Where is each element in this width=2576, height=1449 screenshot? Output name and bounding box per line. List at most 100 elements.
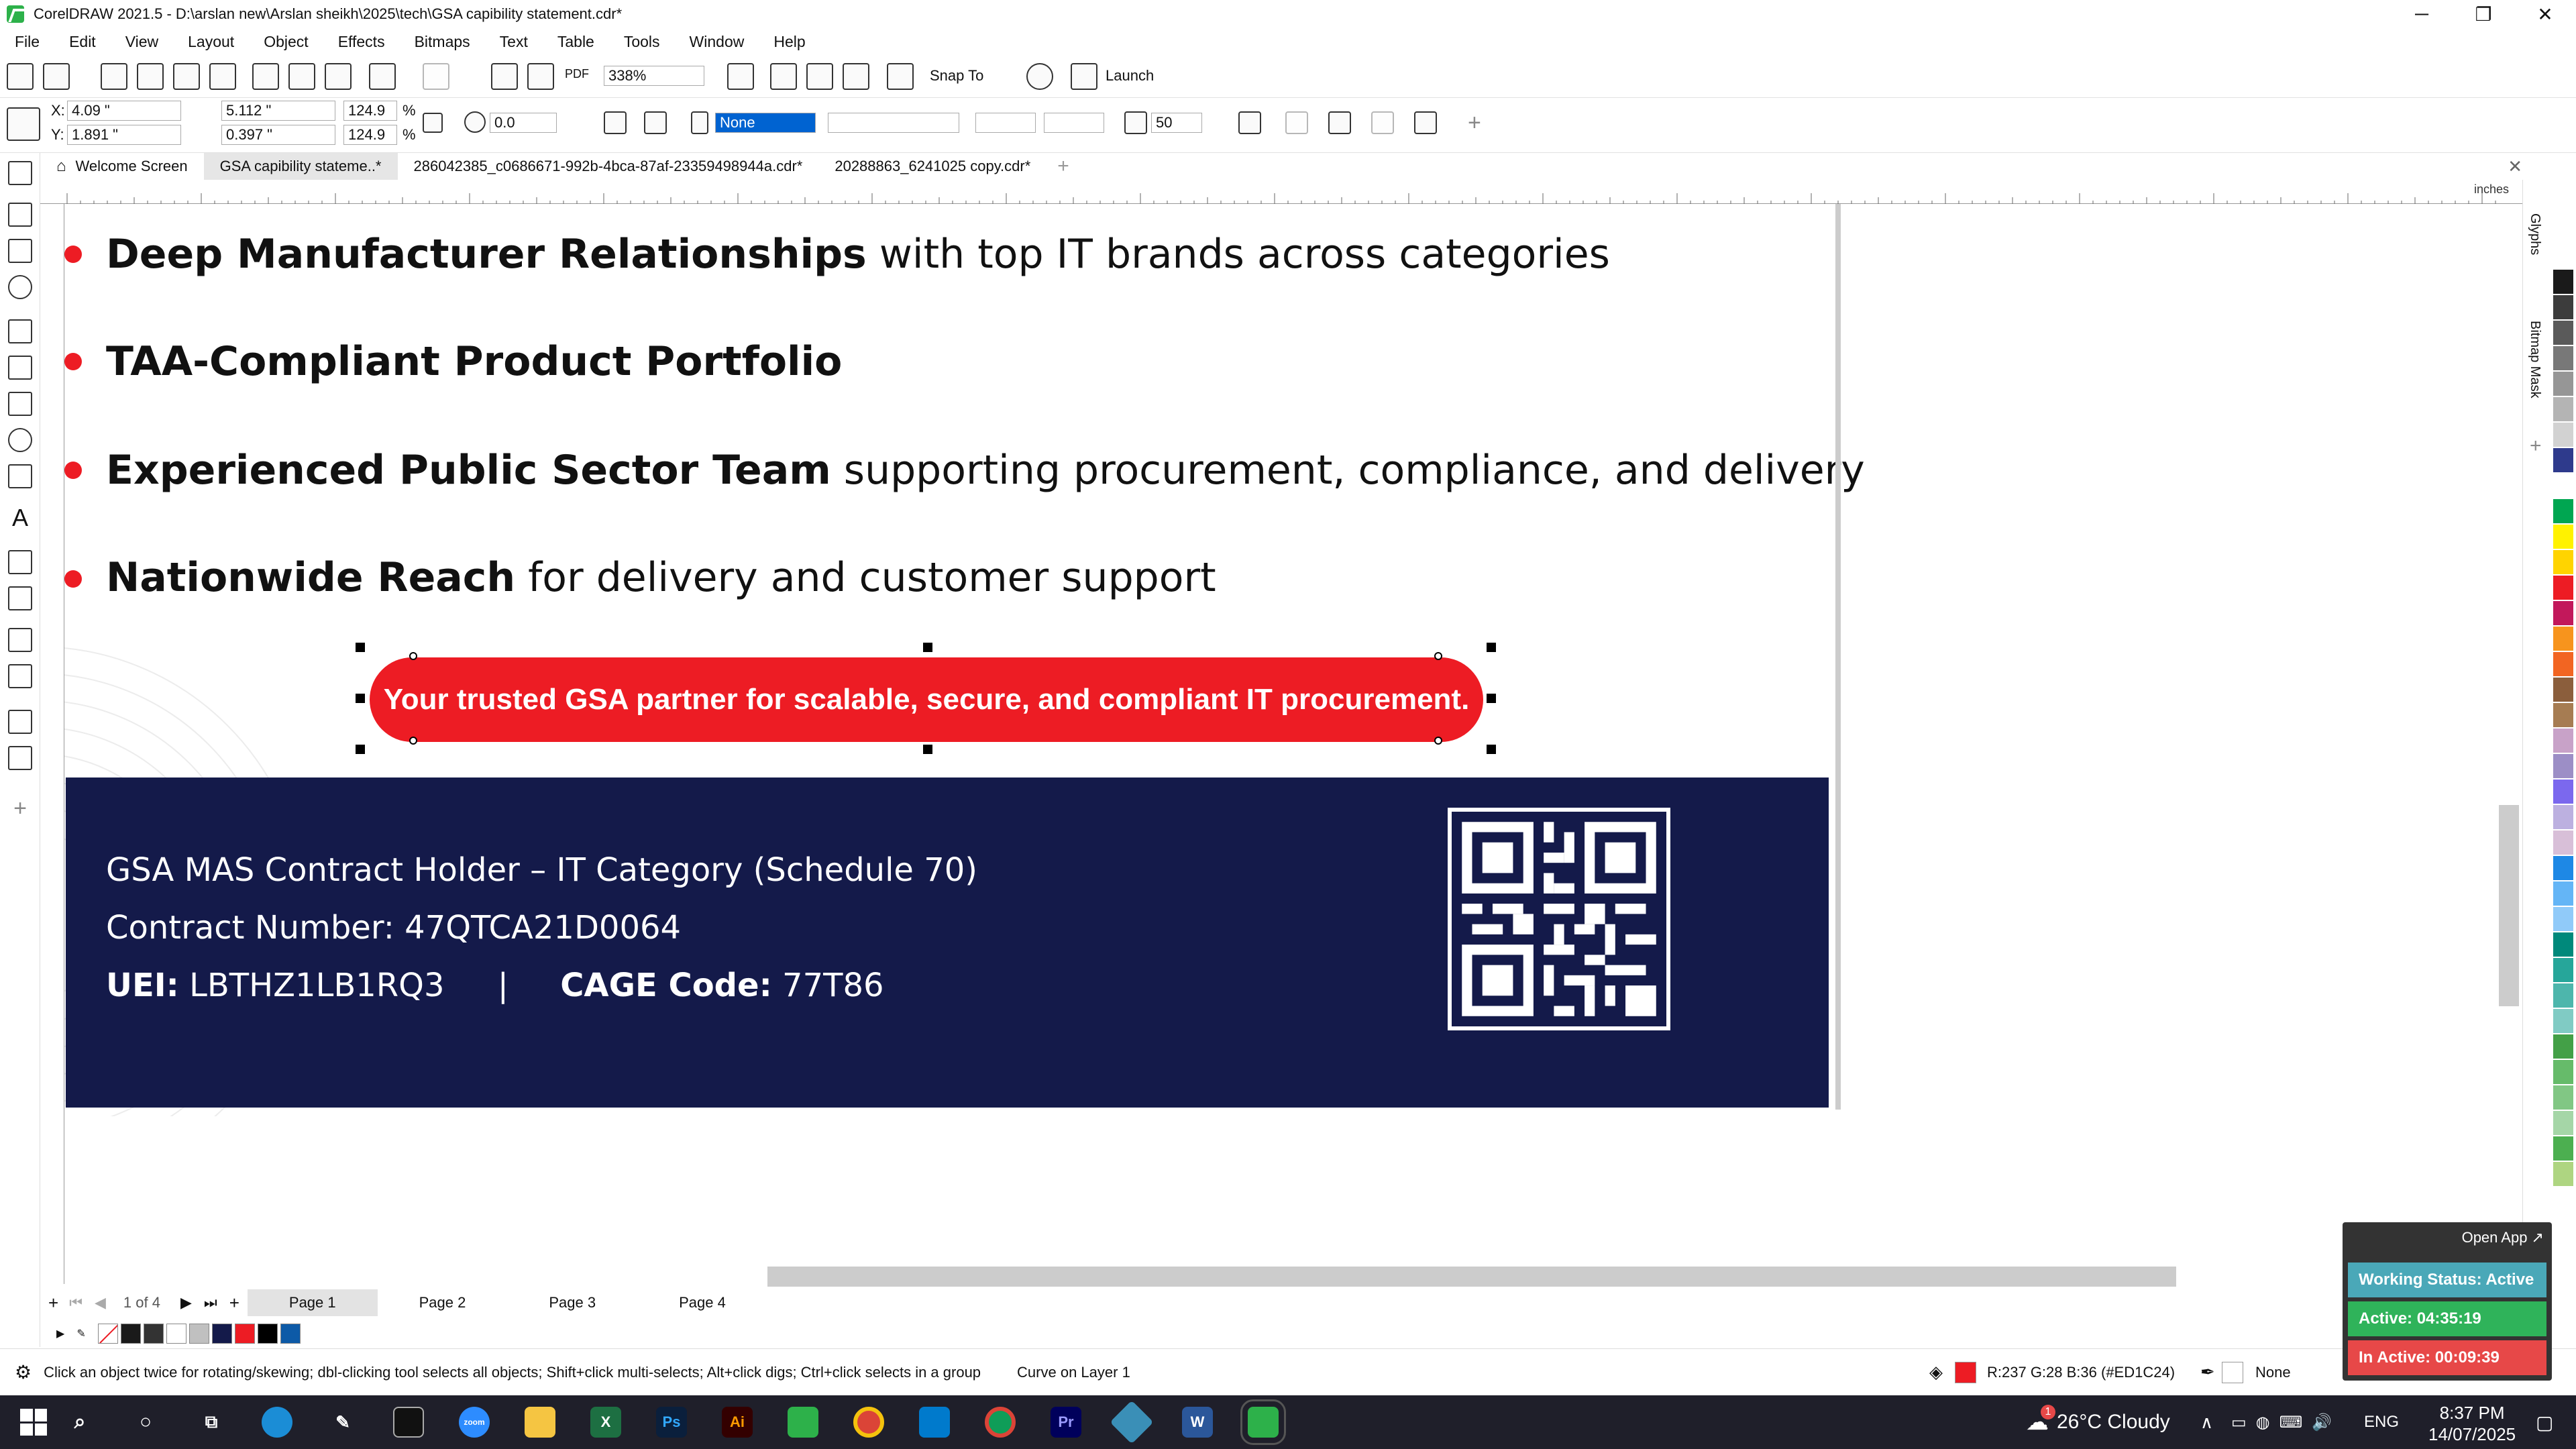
polygon-tool-icon[interactable] <box>8 464 32 488</box>
menu-effects[interactable]: Effects <box>338 33 385 51</box>
export-icon[interactable] <box>527 63 554 90</box>
ellipse-tool-icon[interactable] <box>8 428 32 452</box>
combine-icon[interactable] <box>1285 111 1308 134</box>
task-view-icon[interactable]: ⧉ <box>196 1407 227 1438</box>
palette-swatch[interactable] <box>2553 830 2573 855</box>
tagline-banner[interactable]: Your trusted GSA partner for scalable, s… <box>370 657 1483 742</box>
shape-tool-icon[interactable] <box>8 203 32 227</box>
palette-swatch[interactable] <box>2553 244 2573 268</box>
mirror-vertical-icon[interactable] <box>644 111 667 134</box>
end-arrowhead-dropdown[interactable] <box>1044 113 1104 133</box>
notifications-icon[interactable]: ▢ <box>2536 1411 2553 1434</box>
palette-swatch[interactable] <box>2553 1009 2573 1033</box>
palette-swatch[interactable] <box>2553 805 2573 829</box>
selection-handle[interactable] <box>1487 694 1496 703</box>
search-icon[interactable]: ⌕ <box>64 1407 95 1438</box>
guidelines-icon[interactable] <box>843 63 869 90</box>
terminal-icon[interactable] <box>393 1407 424 1438</box>
chrome-profile-icon[interactable] <box>985 1407 1016 1438</box>
menu-table[interactable]: Table <box>557 33 594 51</box>
eyedropper-tool-icon[interactable] <box>8 710 32 734</box>
freehand-tool-icon[interactable] <box>8 319 32 343</box>
drawing-canvas[interactable]: Deep Manufacturer Relationships with top… <box>64 204 2522 1281</box>
publish-pdf-icon[interactable]: PDF <box>565 67 589 81</box>
node-handle[interactable] <box>409 652 417 660</box>
gear-icon[interactable]: ⚙ <box>15 1361 32 1383</box>
swatch-navy[interactable] <box>211 1324 232 1344</box>
selection-handle[interactable] <box>923 745 932 754</box>
artistic-media-tool-icon[interactable] <box>8 356 32 380</box>
clock[interactable]: 8:37 PM 14/07/2025 <box>2428 1402 2516 1445</box>
chrome-icon[interactable] <box>853 1407 884 1438</box>
height-field[interactable]: 0.397 " <box>221 125 335 145</box>
palette-swatch[interactable] <box>2553 703 2573 727</box>
selection-handle[interactable] <box>1487 643 1496 652</box>
palette-expand-icon[interactable]: ▶ <box>56 1327 64 1340</box>
page-tab-1[interactable]: Page 1 <box>247 1289 378 1316</box>
open-app-link[interactable]: Open App ↗ <box>2462 1229 2544 1246</box>
language-indicator[interactable]: ENG <box>2364 1413 2399 1432</box>
transparency-tool-icon[interactable] <box>8 664 32 688</box>
palette-swatch[interactable] <box>2553 958 2573 982</box>
mirror-horizontal-icon[interactable] <box>604 111 627 134</box>
palette-swatch[interactable] <box>2553 983 2573 1008</box>
minimize-button[interactable]: ─ <box>2391 0 2453 28</box>
bullet-line-3[interactable]: Experienced Public Sector Team supportin… <box>106 447 1865 494</box>
palette-swatch[interactable] <box>2553 1162 2573 1186</box>
swatch-blue[interactable] <box>280 1324 301 1344</box>
horizontal-scrollbar-thumb[interactable] <box>767 1267 2176 1287</box>
premiere-icon[interactable]: Pr <box>1051 1407 1081 1438</box>
options-gear-icon[interactable] <box>1026 63 1053 90</box>
word-icon[interactable]: W <box>1182 1407 1213 1438</box>
palette-swatch[interactable] <box>2553 780 2573 804</box>
parallel-dimension-tool-icon[interactable] <box>8 550 32 574</box>
menu-window[interactable]: Window <box>690 33 745 51</box>
reference-point-icon[interactable] <box>7 107 40 141</box>
photoshop-icon[interactable]: Ps <box>656 1407 687 1438</box>
snap-off-icon[interactable] <box>887 63 914 90</box>
selection-handle[interactable] <box>356 643 365 652</box>
palette-swatch[interactable] <box>2553 1034 2573 1059</box>
zoom-level-field[interactable]: 338% <box>604 66 704 86</box>
maximize-button[interactable]: ❐ <box>2453 0 2514 28</box>
node-handle[interactable] <box>409 737 417 745</box>
palette-swatch[interactable] <box>2553 1085 2573 1110</box>
tab-286042385[interactable]: 286042385_c0686671-992b-4bca-87af-233594… <box>398 153 819 180</box>
menu-bitmaps[interactable]: Bitmaps <box>415 33 470 51</box>
menu-help[interactable]: Help <box>773 33 805 51</box>
next-page-icon[interactable]: ▶ <box>180 1294 192 1311</box>
vscode-icon[interactable] <box>919 1407 950 1438</box>
palette-swatch[interactable] <box>2553 627 2573 651</box>
illustrator-icon[interactable]: Ai <box>722 1407 753 1438</box>
selection-handle[interactable] <box>923 643 932 652</box>
menu-tools[interactable]: Tools <box>624 33 660 51</box>
grid-icon[interactable] <box>806 63 833 90</box>
palette-swatch[interactable] <box>2553 270 2573 294</box>
palette-swatch[interactable] <box>2553 321 2573 345</box>
selection-handle[interactable] <box>1487 745 1496 754</box>
qr-code[interactable] <box>1448 808 1670 1030</box>
add-docker-icon[interactable]: + <box>2530 435 2542 458</box>
launch-icon[interactable] <box>1071 63 1097 90</box>
page-tab-2[interactable]: Page 2 <box>378 1289 508 1316</box>
drop-shadow-tool-icon[interactable] <box>8 628 32 652</box>
text-tool-icon[interactable]: A <box>8 506 32 530</box>
scale-width-field[interactable]: 124.9 <box>343 101 397 121</box>
palette-swatch[interactable] <box>2553 907 2573 931</box>
outline-color-swatch[interactable] <box>2222 1361 2243 1383</box>
first-page-icon[interactable]: ⏮ <box>69 1294 83 1311</box>
app-icon[interactable] <box>1110 1400 1154 1444</box>
cloud-upload-icon[interactable] <box>137 63 164 90</box>
cloud-download-icon[interactable] <box>173 63 200 90</box>
crop-tool-icon[interactable] <box>8 239 32 263</box>
node-handle[interactable] <box>1434 737 1442 745</box>
node-handle[interactable] <box>1434 652 1442 660</box>
chevron-up-icon[interactable]: ∧ <box>2200 1412 2213 1433</box>
cut-icon[interactable] <box>252 63 279 90</box>
y-position-field[interactable]: 1.891 " <box>67 125 181 145</box>
swatch-none[interactable] <box>97 1324 118 1344</box>
swatch-pure-black[interactable] <box>257 1324 278 1344</box>
bullet-line-2[interactable]: TAA-Compliant Product Portfolio <box>106 338 842 385</box>
palette-swatch[interactable] <box>2553 448 2573 472</box>
outline-width-dropdown[interactable]: None <box>715 113 816 133</box>
